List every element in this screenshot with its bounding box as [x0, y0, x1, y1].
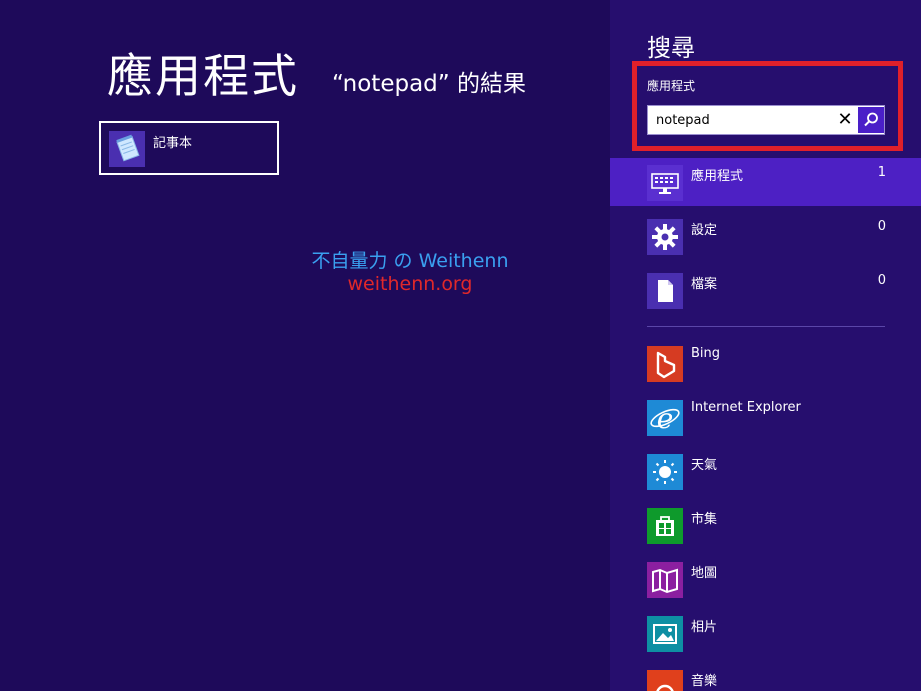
category-count: 1 — [877, 165, 886, 180]
category-label: 檔案 — [691, 277, 718, 292]
keyboard-icon — [647, 165, 683, 201]
photos-icon — [647, 616, 683, 652]
search-icon — [864, 112, 878, 127]
category-apps[interactable]: 應用程式 1 — [610, 158, 921, 206]
app-label: Internet Explorer — [691, 400, 801, 415]
app-music[interactable]: 音樂 — [610, 670, 921, 691]
category-count: 0 — [877, 273, 886, 288]
music-icon — [647, 670, 683, 691]
gear-icon — [647, 219, 683, 255]
app-label: 相片 — [691, 620, 718, 635]
category-count: 0 — [877, 219, 886, 234]
file-icon — [647, 273, 683, 309]
app-weather[interactable]: 天氣 — [610, 454, 921, 500]
search-button[interactable] — [858, 107, 884, 133]
watermark: 不自量力 の Weithenn weithenn.org — [300, 250, 520, 296]
search-scope-label: 應用程式 — [647, 79, 696, 93]
results-title: 應用程式 — [107, 49, 299, 103]
category-label: 設定 — [691, 223, 718, 238]
search-charm: 搜尋 應用程式 ✕ 應用程式 1 — [610, 0, 921, 691]
app-label: 音樂 — [691, 674, 718, 689]
bing-icon — [647, 346, 683, 382]
results-subtitle: “notepad” 的結果 — [332, 71, 526, 97]
charm-title: 搜尋 — [647, 34, 695, 62]
app-store[interactable]: 市集 — [610, 508, 921, 554]
result-tile-label: 記事本 — [153, 136, 193, 151]
category-settings[interactable]: 設定 0 — [610, 212, 921, 260]
search-box: ✕ — [647, 105, 885, 135]
results-pane: 應用程式 “notepad” 的結果 記事本 不自量力 の Weithenn w… — [0, 0, 610, 691]
watermark-line1: 不自量力 の Weithenn — [311, 250, 509, 272]
watermark-line2: weithenn.org — [347, 273, 473, 295]
app-label: 市集 — [691, 512, 718, 527]
notepad-icon — [109, 131, 145, 167]
weather-icon — [647, 454, 683, 490]
clear-search-button[interactable]: ✕ — [834, 109, 856, 131]
svg-text:e: e — [657, 402, 674, 435]
divider — [647, 326, 885, 327]
search-input[interactable] — [648, 106, 833, 134]
category-files[interactable]: 檔案 0 — [610, 266, 921, 314]
app-label: Bing — [691, 346, 721, 361]
app-photos[interactable]: 相片 — [610, 616, 921, 662]
ie-icon: e — [647, 400, 683, 436]
category-label: 應用程式 — [691, 169, 744, 184]
app-bing[interactable]: Bing — [610, 346, 921, 392]
result-tile-notepad[interactable]: 記事本 — [99, 121, 279, 175]
app-maps[interactable]: 地圖 — [610, 562, 921, 608]
app-internet-explorer[interactable]: e Internet Explorer — [610, 400, 921, 446]
store-icon — [647, 508, 683, 544]
close-icon: ✕ — [837, 109, 853, 130]
app-label: 地圖 — [691, 566, 718, 581]
app-label: 天氣 — [691, 458, 718, 473]
map-icon — [647, 562, 683, 598]
